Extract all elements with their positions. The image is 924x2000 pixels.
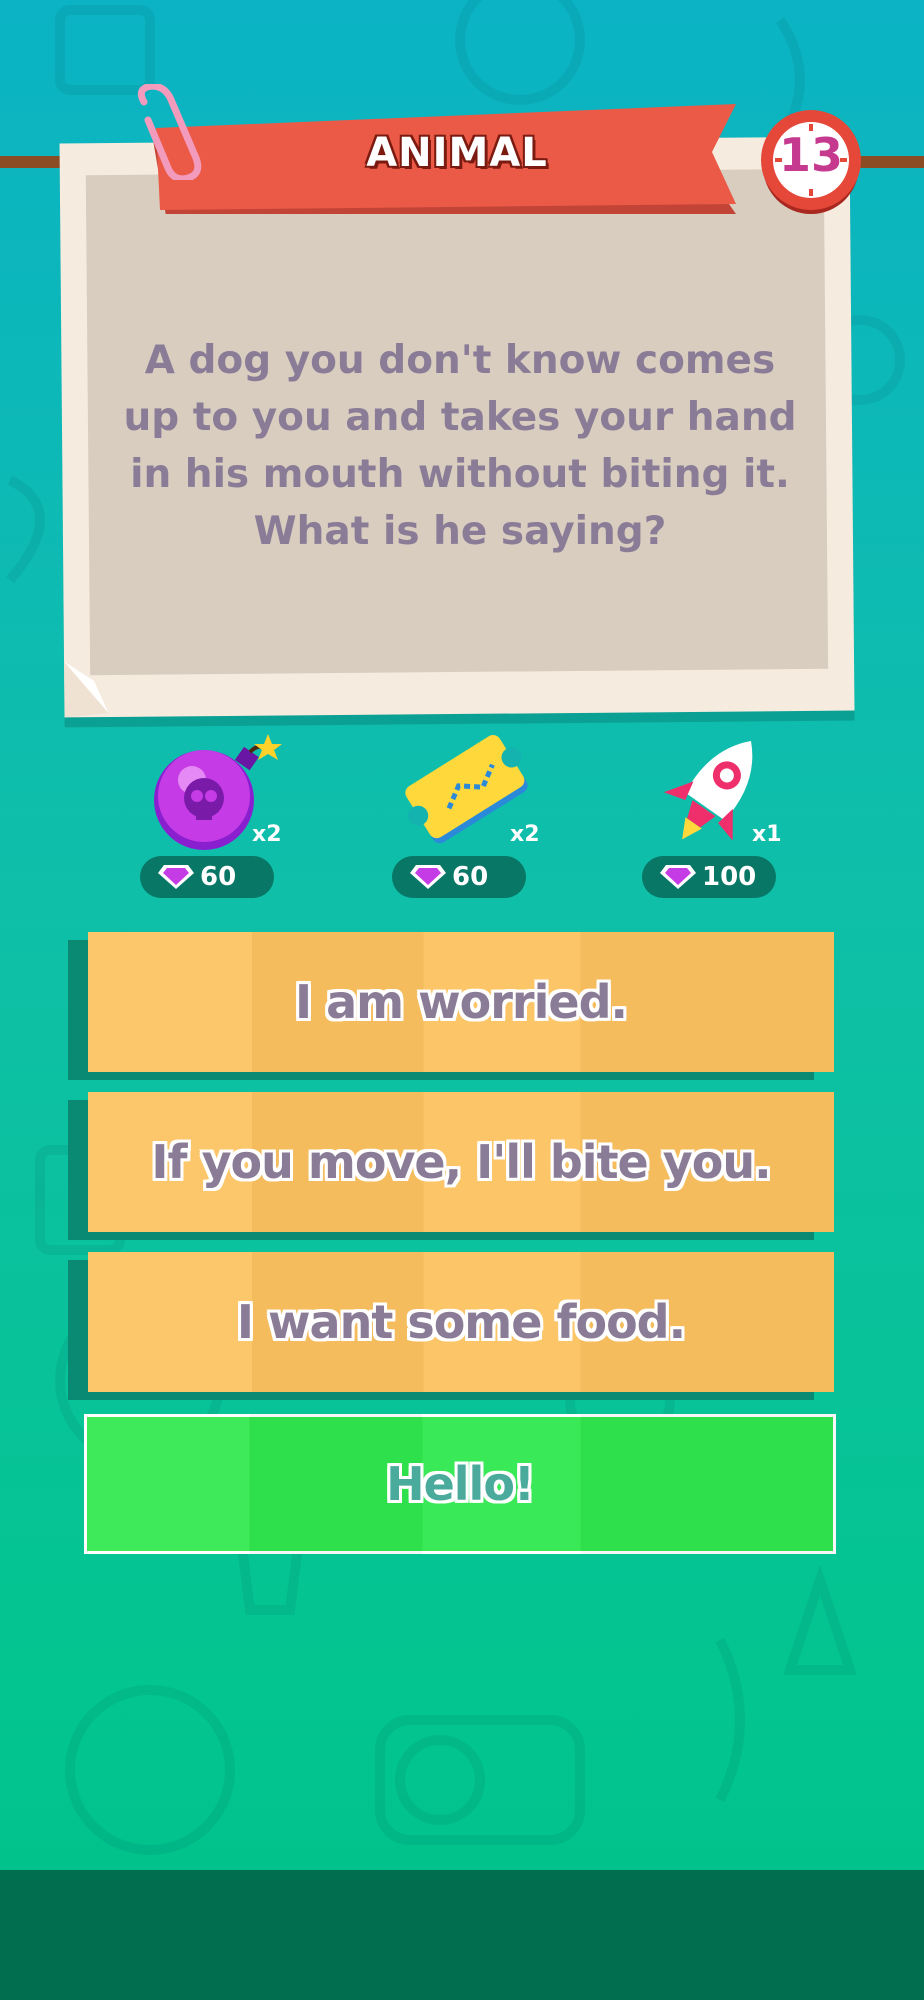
powerup-ticket-price-value: 60 xyxy=(452,862,489,892)
answer-option-1-label: I am worried. xyxy=(295,975,628,1029)
powerup-rocket-count: x1 xyxy=(752,822,782,847)
answer-option-2[interactable]: If you move, I'll bite you. xyxy=(88,1092,834,1232)
powerup-rocket-price[interactable]: 100 xyxy=(642,856,776,898)
answer-option-4-correct[interactable]: Hello! xyxy=(84,1414,836,1554)
answer-option-3[interactable]: I want some food. xyxy=(88,1252,834,1392)
category-label: ANIMAL xyxy=(366,130,548,176)
question-text: A dog you don't know comes up to you and… xyxy=(123,338,797,554)
powerup-bomb-count: x2 xyxy=(252,822,282,847)
answer-option-1[interactable]: I am worried. xyxy=(88,932,834,1072)
powerup-ticket-price[interactable]: 60 xyxy=(392,856,526,898)
answer-option-2-label: If you move, I'll bite you. xyxy=(151,1135,771,1189)
gem-icon xyxy=(410,865,446,889)
powerup-ticket[interactable]: x2 60 xyxy=(392,735,540,900)
answer-option-3-label: I want some food. xyxy=(236,1295,686,1349)
powerup-bomb-price-value: 60 xyxy=(200,862,237,892)
bottom-bar xyxy=(0,1870,924,2000)
powerup-bomb[interactable]: x2 60 xyxy=(140,734,282,900)
timer-value: 13 xyxy=(778,128,843,182)
card-fold-corner xyxy=(64,661,109,718)
powerup-rocket[interactable]: x1 100 xyxy=(642,740,782,900)
gem-icon xyxy=(660,865,696,889)
powerup-ticket-count: x2 xyxy=(510,822,540,847)
answer-option-4-label: Hello! xyxy=(386,1457,535,1511)
gem-icon xyxy=(158,865,194,889)
powerup-rocket-price-value: 100 xyxy=(702,862,757,892)
powerup-bomb-price[interactable]: 60 xyxy=(140,856,274,898)
